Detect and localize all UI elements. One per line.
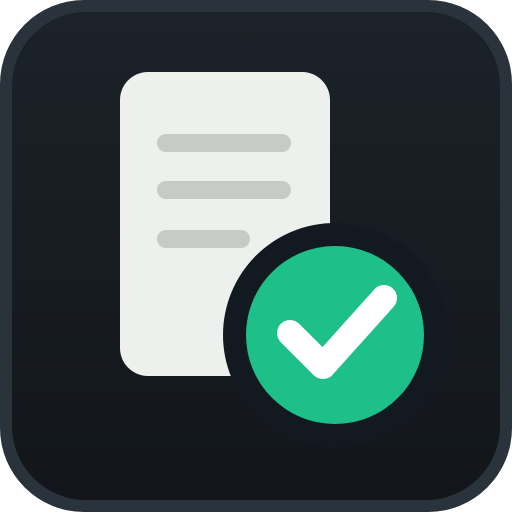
app-icon xyxy=(0,0,512,512)
app-icon-graphic xyxy=(0,0,512,512)
checkmark-badge-icon xyxy=(223,223,447,447)
